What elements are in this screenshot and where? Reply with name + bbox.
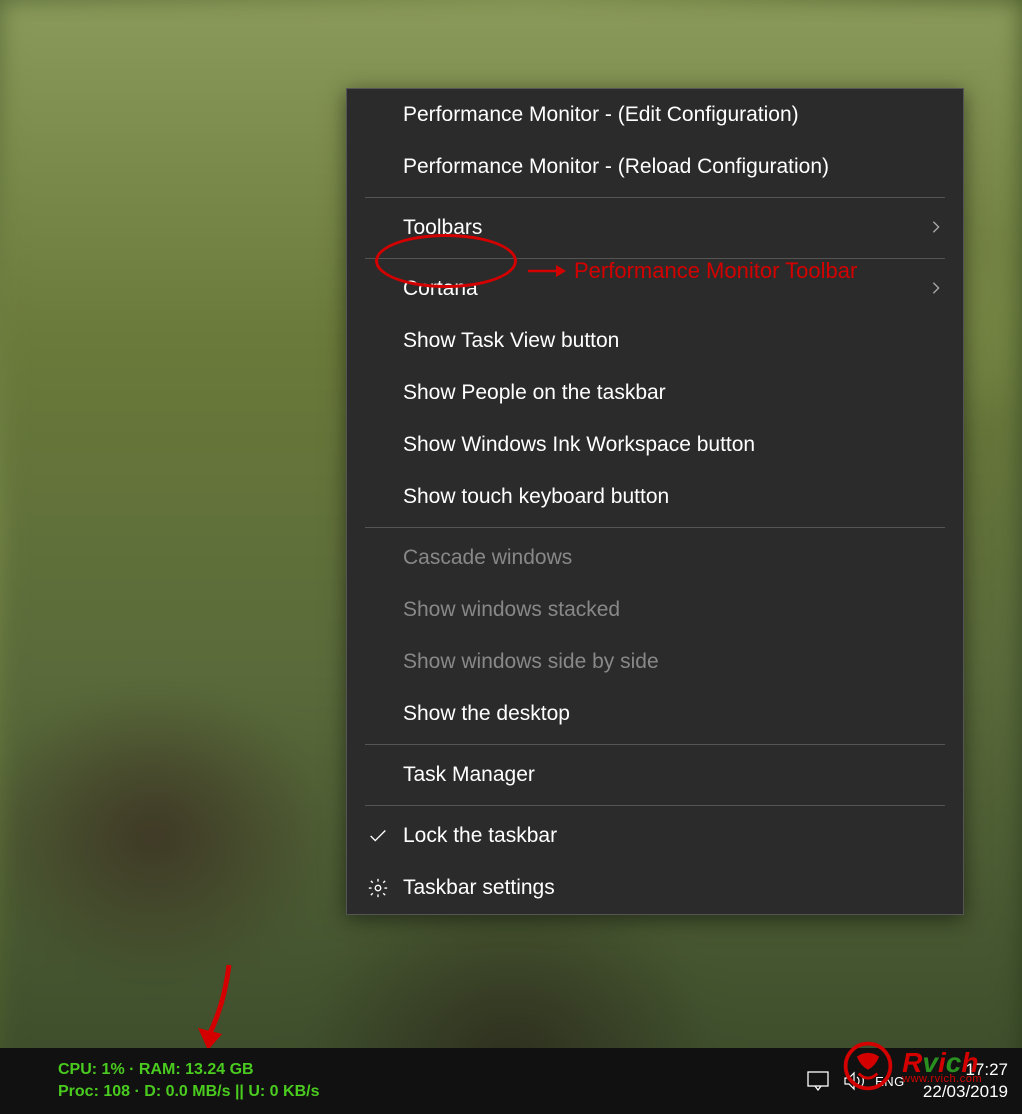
taskbar[interactable]: CPU: 1% · RAM: 13.24 GB Proc: 108 · D: 0…: [0, 1048, 1022, 1114]
clock-date: 22/03/2019: [923, 1081, 1008, 1103]
chevron-right-icon: [929, 218, 943, 239]
menu-item-label: Show Task View button: [403, 329, 619, 353]
menu-lock-taskbar[interactable]: Lock the taskbar: [347, 810, 963, 862]
checkmark-icon: [367, 825, 389, 847]
menu-item-label: Show Windows Ink Workspace button: [403, 433, 755, 457]
menu-separator: [365, 197, 945, 198]
menu-item-label: Taskbar settings: [403, 876, 555, 900]
volume-icon[interactable]: [843, 1070, 865, 1092]
menu-toolbars[interactable]: Toolbars: [347, 202, 963, 254]
perf-line-1: CPU: 1% · RAM: 13.24 GB: [58, 1059, 319, 1081]
menu-show-people[interactable]: Show People on the taskbar: [347, 367, 963, 419]
menu-side-by-side: Show windows side by side: [347, 636, 963, 688]
performance-monitor-widget[interactable]: CPU: 1% · RAM: 13.24 GB Proc: 108 · D: 0…: [10, 1059, 319, 1102]
menu-perfmon-edit[interactable]: Performance Monitor - (Edit Configuratio…: [347, 89, 963, 141]
menu-item-label: Performance Monitor - (Edit Configuratio…: [403, 103, 799, 127]
menu-item-label: Task Manager: [403, 763, 535, 787]
menu-item-label: Lock the taskbar: [403, 824, 557, 848]
menu-separator: [365, 258, 945, 259]
menu-separator: [365, 527, 945, 528]
clock-time: 17:27: [923, 1059, 1008, 1081]
taskbar-clock[interactable]: 17:27 22/03/2019: [915, 1059, 1008, 1103]
menu-show-touch-kb[interactable]: Show touch keyboard button: [347, 471, 963, 523]
chevron-right-icon: [929, 279, 943, 300]
menu-show-desktop[interactable]: Show the desktop: [347, 688, 963, 740]
menu-item-label: Show People on the taskbar: [403, 381, 666, 405]
menu-show-ink[interactable]: Show Windows Ink Workspace button: [347, 419, 963, 471]
system-tray: ENG 17:27 22/03/2019: [807, 1059, 1012, 1103]
menu-item-label: Show the desktop: [403, 702, 570, 726]
menu-task-manager[interactable]: Task Manager: [347, 749, 963, 801]
menu-show-task-view[interactable]: Show Task View button: [347, 315, 963, 367]
menu-item-label: Cascade windows: [403, 546, 572, 570]
menu-item-label: Show windows stacked: [403, 598, 620, 622]
menu-taskbar-settings[interactable]: Taskbar settings: [347, 862, 963, 914]
menu-item-label: Show touch keyboard button: [403, 485, 669, 509]
menu-item-label: Show windows side by side: [403, 650, 659, 674]
menu-stacked-windows: Show windows stacked: [347, 584, 963, 636]
menu-separator: [365, 805, 945, 806]
gear-icon: [367, 877, 389, 899]
action-center-icon[interactable]: [807, 1070, 829, 1092]
menu-item-label: Performance Monitor - (Reload Configurat…: [403, 155, 829, 179]
perf-line-2: Proc: 108 · D: 0.0 MB/s || U: 0 KB/s: [58, 1081, 319, 1103]
ime-icon[interactable]: ENG: [879, 1070, 901, 1092]
menu-perfmon-reload[interactable]: Performance Monitor - (Reload Configurat…: [347, 141, 963, 193]
menu-separator: [365, 744, 945, 745]
menu-item-label: Cortana: [403, 277, 478, 301]
menu-item-label: Toolbars: [403, 216, 482, 240]
menu-cortana[interactable]: Cortana: [347, 263, 963, 315]
menu-cascade-windows: Cascade windows: [347, 532, 963, 584]
taskbar-context-menu: Performance Monitor - (Edit Configuratio…: [346, 88, 964, 915]
